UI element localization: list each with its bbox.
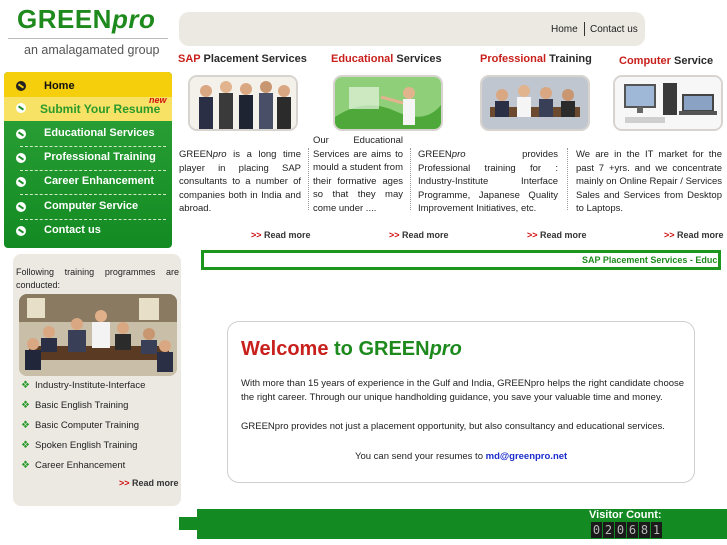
training-list: ❖ Industry-Institute-Interface ❖ Basic Eng… <box>21 380 145 480</box>
logo-divider <box>8 38 168 39</box>
service-title-professional[interactable]: Professional Training <box>480 53 592 65</box>
service-image-sap <box>188 75 298 131</box>
visitor-counter: 0 2 0 6 8 1 <box>591 522 662 538</box>
column-separator <box>308 148 309 210</box>
site-logo[interactable]: GREENpro an amalagamated group <box>0 0 172 66</box>
training-meeting-photo <box>19 294 177 376</box>
resume-email-line: You can send your resumes to md@greenpro… <box>355 451 568 462</box>
training-read-more-link[interactable]: >> Read more <box>119 478 179 488</box>
nav-home-link[interactable]: Home <box>551 24 578 35</box>
resume-email-link[interactable]: md@greenpro.net <box>486 451 568 462</box>
main-menu: Home Submit Your Resume new Educational … <box>4 72 172 248</box>
menu-item-contact-us[interactable]: Contact us <box>4 220 172 243</box>
counter-digit: 1 <box>651 522 662 538</box>
news-ticker: SAP Placement Services - Educ <box>201 250 721 270</box>
column-separator <box>567 148 568 210</box>
counter-digit: 6 <box>627 522 638 538</box>
menu-item-label: Professional Training <box>44 151 156 163</box>
welcome-box: Welcome to GREENpro With more than 15 ye… <box>227 321 695 483</box>
footer-bar: Visitor Count: 0 2 0 6 8 1 <box>197 509 727 539</box>
educational-read-more-link[interactable]: >> Read more <box>389 230 449 240</box>
menu-item-educational-services[interactable]: Educational Services <box>4 123 172 147</box>
logo-tagline: an amalagamated group <box>24 43 160 57</box>
diamond-bullet-icon: ❖ <box>21 420 30 431</box>
new-badge: new <box>149 95 167 105</box>
service-text-educational: Our Educational Services are aims to mou… <box>313 135 403 214</box>
service-text-sap: GREENpro is a long time player in placin… <box>179 149 301 214</box>
visitor-count-label: Visitor Count: <box>589 509 662 521</box>
counter-digit: 0 <box>591 522 602 538</box>
service-text-professional: GREENpro provides Professional training … <box>418 149 558 214</box>
diamond-bullet-icon: ❖ <box>21 440 30 451</box>
menu-item-label: Submit Your Resume <box>40 102 161 116</box>
menu-item-label: Career Enhancement <box>44 175 155 187</box>
arrow-bullet-icon <box>16 226 26 236</box>
menu-divider <box>20 194 166 195</box>
arrow-bullet-icon <box>16 153 26 163</box>
menu-item-home[interactable]: Home <box>4 72 172 97</box>
service-image-computer <box>613 75 723 131</box>
diamond-bullet-icon: ❖ <box>21 380 30 391</box>
arrow-bullet-icon <box>16 103 26 113</box>
column-separator <box>410 148 411 210</box>
service-title-educational[interactable]: Educational Services <box>331 53 442 65</box>
logo-wordmark: GREENpro <box>17 4 156 34</box>
counter-digit: 0 <box>615 522 626 538</box>
nav-separator <box>584 22 585 36</box>
list-item: ❖ Spoken English Training <box>21 440 138 451</box>
counter-digit: 8 <box>639 522 650 538</box>
computer-read-more-link[interactable]: >> Read more <box>664 230 724 240</box>
list-item: ❖ Industry-Institute-Interface <box>21 380 146 391</box>
arrow-bullet-icon <box>16 177 26 187</box>
service-image-educational <box>333 75 443 131</box>
menu-item-career-enhancement[interactable]: Career Enhancement <box>4 171 172 195</box>
service-title-sap[interactable]: SAP Placement Services <box>178 53 307 65</box>
arrow-bullet-icon <box>16 81 26 91</box>
menu-item-professional-training[interactable]: Professional Training <box>4 147 172 171</box>
service-image-professional <box>480 75 590 131</box>
training-intro: Following training programmes are conduc… <box>16 267 179 290</box>
welcome-paragraph: GREENpro provides not just a placement o… <box>241 421 665 432</box>
footer-stub <box>179 517 197 530</box>
nav-contact-link[interactable]: Contact us <box>590 24 638 35</box>
list-item: ❖ Career Enhancement <box>21 460 126 471</box>
training-panel: Following training programmes are conduc… <box>13 254 181 506</box>
welcome-paragraph: With more than 15 years of experience in… <box>241 378 685 403</box>
list-item: ❖ Basic Computer Training <box>21 420 140 431</box>
menu-item-label: Home <box>44 80 75 92</box>
menu-item-label: Educational Services <box>44 127 155 139</box>
counter-digit: 2 <box>603 522 614 538</box>
welcome-heading: Welcome to GREENpro <box>241 338 462 360</box>
top-nav-bar: Home Contact us <box>179 12 645 46</box>
service-text-computer: We are in the IT market for the past 7 +… <box>576 149 722 214</box>
sap-read-more-link[interactable]: >> Read more <box>251 230 311 240</box>
menu-item-label: Computer Service <box>44 200 139 212</box>
menu-item-submit-resume[interactable]: Submit Your Resume new <box>4 95 172 121</box>
arrow-bullet-icon <box>16 202 26 212</box>
menu-item-label: Contact us <box>44 224 101 236</box>
diamond-bullet-icon: ❖ <box>21 400 30 411</box>
diamond-bullet-icon: ❖ <box>21 460 30 471</box>
menu-item-computer-service[interactable]: Computer Service <box>4 196 172 220</box>
ticker-text[interactable]: SAP Placement Services - Educ <box>582 255 717 265</box>
list-item: ❖ Basic English Training <box>21 400 129 411</box>
arrow-bullet-icon <box>16 129 26 139</box>
professional-read-more-link[interactable]: >> Read more <box>527 230 587 240</box>
service-title-computer[interactable]: Computer Service <box>619 55 713 67</box>
